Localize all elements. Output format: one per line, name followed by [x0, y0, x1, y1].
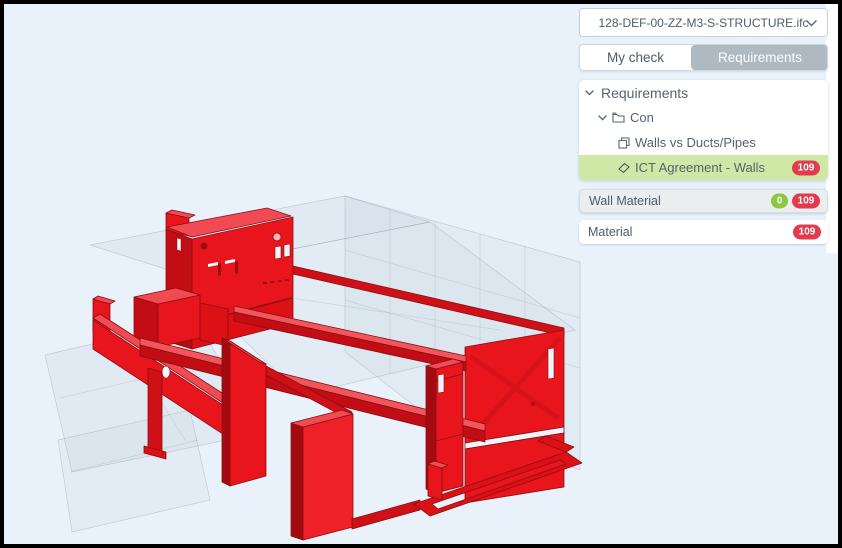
fail-count-badge: 109 [792, 194, 820, 209]
chevron-down-icon [598, 115, 607, 121]
requirements-tree: Requirements Con Walls vs Ducts/Pipes IC… [579, 80, 828, 180]
issue-count-badge: 109 [792, 160, 820, 175]
result-row-material[interactable]: Material 109 [579, 220, 828, 244]
tag-icon [617, 162, 630, 174]
folder-icon [612, 112, 625, 123]
check-tabs: My check Requirements [579, 44, 828, 71]
tree-node-requirements[interactable]: Requirements [579, 80, 828, 105]
tab-my-check[interactable]: My check [580, 45, 691, 70]
model-file-selector[interactable]: 128-DEF-00-ZZ-M3-S-STRUCTURE.ifc [579, 8, 828, 37]
result-row-label: Material [588, 225, 632, 239]
tab-requirements[interactable]: Requirements [691, 45, 828, 70]
layers-icon [618, 137, 630, 149]
tree-node-label: Con [630, 110, 654, 125]
result-row-label: Wall Material [589, 194, 661, 208]
fail-count-badge: 109 [793, 225, 821, 240]
result-badges: 0 109 [771, 194, 820, 209]
tree-node-label: Requirements [601, 85, 688, 101]
result-badges: 109 [793, 225, 821, 240]
tree-node-walls-vs-ducts[interactable]: Walls vs Ducts/Pipes [579, 130, 828, 155]
tree-node-label: ICT Agreement - Walls [635, 160, 765, 175]
chevron-down-icon [806, 20, 817, 27]
tree-node-ict-agreement[interactable]: ICT Agreement - Walls 109 [579, 155, 828, 180]
tree-node-label: Walls vs Ducts/Pipes [635, 135, 756, 150]
chevron-down-icon [585, 90, 594, 96]
pass-count-badge: 0 [771, 194, 788, 209]
result-row-wall-material[interactable]: Wall Material 0 109 [579, 189, 828, 213]
tree-node-con-folder[interactable]: Con [579, 105, 828, 130]
model-file-name: 128-DEF-00-ZZ-M3-S-STRUCTURE.ifc [598, 16, 808, 30]
app-window: 128-DEF-00-ZZ-M3-S-STRUCTURE.ifc My chec… [0, 0, 842, 548]
